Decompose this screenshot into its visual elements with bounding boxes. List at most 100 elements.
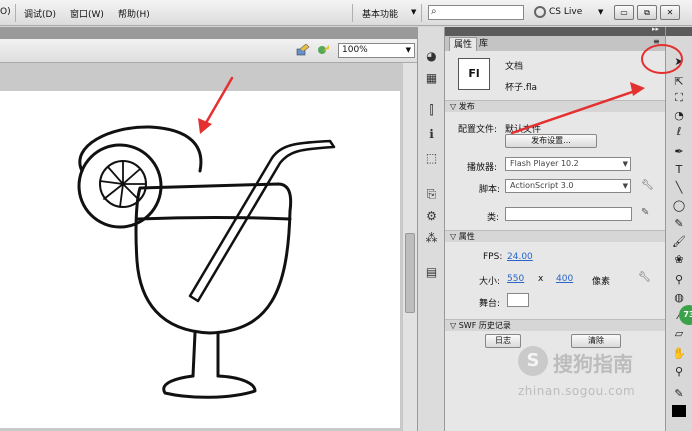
rectangle-tool-icon[interactable]: ◯ <box>670 199 688 213</box>
properties-header-label: 属性 <box>458 232 475 241</box>
panel-icon-strip: ◕ ▦ ⫿ ℹ ⬚ ⎘ ⚙ ⁂ ▤ <box>417 27 445 431</box>
properties-tabs: 属性 库 ≡ <box>445 36 665 51</box>
fps-value[interactable]: 24.00 <box>507 252 533 262</box>
straw <box>188 139 336 303</box>
edit-bar: 100% ▼ <box>0 39 417 63</box>
chevron-down-icon: ▼ <box>405 46 411 54</box>
bone-tool-icon[interactable]: ⚲ <box>670 273 688 287</box>
menu-item-window[interactable]: 窗口(W) <box>70 7 104 20</box>
pencil-tool-icon[interactable]: ✎ <box>670 217 688 231</box>
clear-button[interactable]: 清除 <box>571 334 621 348</box>
zoom-tool-icon[interactable]: ⚲ <box>670 365 688 379</box>
align-panel-icon[interactable]: ⫿ <box>423 103 440 118</box>
restore-button[interactable]: ⧉ <box>637 5 657 20</box>
stage-area: 100% ▼ <box>0 27 417 431</box>
chevron-down-icon: ▼ <box>622 160 628 168</box>
chevron-down-icon: ▽ <box>450 321 459 330</box>
code-snippets-icon[interactable]: ⎘ <box>423 187 440 202</box>
swatches-panel-icon[interactable]: ▦ <box>423 71 440 86</box>
glass-stem <box>191 331 220 378</box>
color-panel-icon[interactable]: ◕ <box>423 49 440 64</box>
lasso-tool-icon[interactable]: ℓ <box>670 125 688 139</box>
fill-color-icon[interactable] <box>672 405 686 417</box>
tools-toolbar: ➤ ⇱ ⛶ ◔ ℓ ✒ T ╲ ◯ ✎ 🖌︎ ❀ ⚲ ◍ ⁄ ▱ ✋ ⚲ ✎ <box>665 27 692 431</box>
size-x-separator: x <box>538 274 544 284</box>
stage-canvas[interactable] <box>0 91 400 428</box>
watermark-url: zhinan.sogou.com <box>518 384 636 398</box>
menu-item-help[interactable]: 帮助(H) <box>118 7 150 20</box>
info-panel-icon[interactable]: ℹ <box>423 127 440 142</box>
subselection-tool-icon[interactable]: ⇱ <box>670 75 688 89</box>
menu-item-partial[interactable]: O) <box>0 7 11 17</box>
pen-tool-icon[interactable]: ✒ <box>670 145 688 159</box>
free-transform-tool-icon[interactable]: ⛶ <box>670 91 688 105</box>
pencil-icon[interactable]: ✎ <box>641 207 649 218</box>
document-icon: Fl <box>458 58 490 90</box>
cup-drawing <box>77 125 336 399</box>
zoom-select[interactable]: 100% ▼ <box>338 43 415 58</box>
properties-section-header[interactable]: ▽ 属性 <box>445 230 665 242</box>
panel-menu-icon[interactable]: ≡ <box>653 37 660 46</box>
brush-tool-icon[interactable]: 🖌︎ <box>670 235 688 249</box>
selection-tool-icon[interactable]: ➤ <box>670 55 688 69</box>
minimize-button[interactable]: ▭ <box>614 5 634 20</box>
document-tab-strip <box>0 27 417 39</box>
stage-height-value[interactable]: 400 <box>556 274 573 284</box>
size-settings-icon[interactable]: 🔧︎ <box>638 272 651 283</box>
scrollbar-thumb[interactable] <box>405 233 415 313</box>
stage-color-swatch[interactable] <box>507 293 529 307</box>
stage-label: 舞台: <box>479 299 501 309</box>
3d-rotation-tool-icon[interactable]: ◔ <box>670 109 688 123</box>
script-select[interactable]: ActionScript 3.0 ▼ <box>505 179 631 193</box>
cs-live-icon[interactable] <box>534 6 546 18</box>
menu-item-debug[interactable]: 调试(D) <box>24 7 56 20</box>
chevron-down-icon: ▽ <box>450 102 459 111</box>
eraser-tool-icon[interactable]: ▱ <box>670 327 688 341</box>
liquid-line <box>136 216 292 221</box>
publish-section-header[interactable]: ▽ 发布 <box>445 100 665 112</box>
publish-header-label: 发布 <box>458 102 475 111</box>
class-input[interactable] <box>505 207 632 221</box>
tab-library[interactable]: 库 <box>475 37 492 51</box>
toolbar-title-strip <box>666 27 692 36</box>
chevron-down-icon: ▼ <box>622 182 628 190</box>
script-settings-icon[interactable]: 🔧︎ <box>641 180 654 191</box>
stroke-color-icon[interactable]: ✎ <box>670 387 688 401</box>
search-input[interactable]: ⌕ <box>428 5 524 20</box>
motion-presets-icon[interactable]: ⁂ <box>423 231 440 246</box>
workspace-switcher[interactable]: 基本功能 <box>362 7 398 20</box>
swf-history-section-header[interactable]: ▽ SWF 历史记录 <box>445 319 665 331</box>
glass-base <box>162 374 257 399</box>
collapse-panel-icon[interactable]: ▸▸ <box>652 25 659 33</box>
swf-history-header-label: SWF 历史记录 <box>458 321 511 330</box>
tab-properties[interactable]: 属性 <box>449 37 478 51</box>
size-label: 大小: <box>479 277 501 287</box>
deco-tool-icon[interactable]: ❀ <box>670 253 688 267</box>
menu-separator <box>421 4 422 22</box>
log-button[interactable]: 日志 <box>485 334 521 348</box>
edit-symbols-icon[interactable] <box>296 44 310 56</box>
publish-settings-button[interactable]: 发布设置... <box>505 134 597 148</box>
panel-title-strip: ▸▸ <box>445 25 665 36</box>
class-label: 类: <box>487 213 500 223</box>
hand-tool-icon[interactable]: ✋ <box>670 347 688 361</box>
components-panel-icon[interactable]: ⚙ <box>423 209 440 224</box>
paint-bucket-tool-icon[interactable]: ◍ <box>670 291 688 305</box>
history-panel-icon[interactable]: ▤ <box>423 265 440 280</box>
cs-live-label[interactable]: CS Live <box>549 7 582 17</box>
chevron-down-icon[interactable]: ▼ <box>411 8 416 16</box>
stage-scrollbar[interactable] <box>403 63 417 431</box>
text-tool-icon[interactable]: T <box>670 163 688 177</box>
fps-label: FPS: <box>483 252 503 262</box>
player-select[interactable]: Flash Player 10.2 ▼ <box>505 157 631 171</box>
notification-badge[interactable]: 73 <box>679 305 692 325</box>
transform-panel-icon[interactable]: ⬚ <box>423 151 440 166</box>
chevron-down-icon[interactable]: ▼ <box>598 8 603 16</box>
stage-width-value[interactable]: 550 <box>507 274 524 284</box>
document-type-label: 文档 <box>505 62 524 72</box>
profile-label: 配置文件: <box>458 125 498 135</box>
line-tool-icon[interactable]: ╲ <box>670 181 688 195</box>
chevron-down-icon: ▽ <box>450 232 459 241</box>
edit-scene-icon[interactable] <box>316 44 330 56</box>
close-button[interactable]: ✕ <box>660 5 680 20</box>
